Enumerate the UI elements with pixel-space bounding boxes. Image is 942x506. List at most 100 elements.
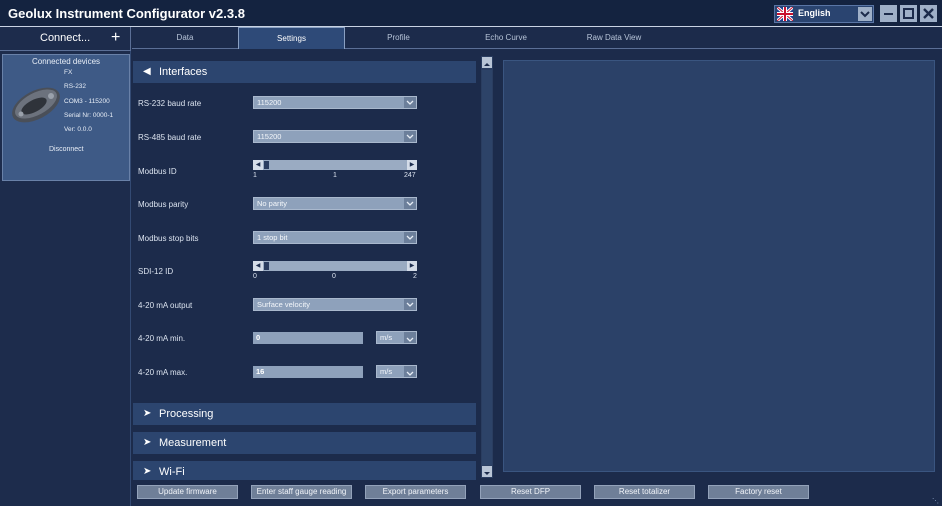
scroll-thumb[interactable] <box>482 70 492 465</box>
connect-button[interactable]: Connect... + <box>0 27 131 51</box>
modbus-parity-label: Modbus parity <box>138 200 189 209</box>
chevron-down-icon[interactable] <box>404 299 416 310</box>
tab-bar: Data Settings Profile Echo Curve Raw Dat… <box>132 27 942 49</box>
connected-devices-header: Connected devices <box>31 57 101 66</box>
modbus-stop-value: 1 stop bit <box>257 233 288 242</box>
device-image <box>12 87 60 123</box>
sdi12-min: 0 <box>253 273 257 280</box>
sdi12-max: 2 <box>413 273 417 280</box>
language-label: English <box>798 8 831 18</box>
modbus-id-value: 1 <box>333 172 337 179</box>
min-unit: m/s <box>380 333 393 342</box>
rs232-baud-select[interactable]: 115200 <box>253 96 417 109</box>
rs485-baud-value: 115200 <box>257 132 282 141</box>
maximize-icon[interactable] <box>900 5 917 22</box>
tab-echo-curve[interactable]: Echo Curve <box>452 27 560 49</box>
slider-right-arrow-icon[interactable]: ▶ <box>407 160 417 170</box>
plus-icon[interactable]: + <box>111 29 120 47</box>
export-parameters-button[interactable]: Export parameters <box>365 485 466 499</box>
scroll-up-icon[interactable] <box>482 57 492 68</box>
max-label: 4-20 mA max. <box>138 368 188 377</box>
rs232-label: RS-232 baud rate <box>138 99 202 108</box>
min-input[interactable]: 0 <box>253 332 363 344</box>
echo-display-area <box>503 60 935 472</box>
chevron-down-icon[interactable] <box>404 131 416 142</box>
chevron-down-icon[interactable] <box>404 97 416 108</box>
device-model: FX <box>64 69 73 76</box>
chevron-down-icon[interactable] <box>404 332 416 343</box>
rs485-baud-select[interactable]: 115200 <box>253 130 417 143</box>
min-label: 4-20 mA min. <box>138 334 186 343</box>
section-label: Wi-Fi <box>159 466 185 478</box>
device-version: Ver: 0.0.0 <box>64 126 92 133</box>
scroll-down-icon[interactable] <box>482 466 492 477</box>
reset-dfp-button[interactable]: Reset DFP <box>480 485 581 499</box>
chevron-left-icon: ◀ <box>143 66 151 77</box>
slider-left-arrow-icon[interactable]: ◀ <box>253 160 263 170</box>
device-card[interactable]: Connected devices FX RS-232 COM3 - 11520… <box>2 54 130 181</box>
tab-settings[interactable]: Settings <box>238 27 345 49</box>
chevron-down-icon[interactable] <box>404 198 416 209</box>
section-wifi[interactable]: ➤ Wi-Fi <box>133 461 476 480</box>
tab-raw-data-view[interactable]: Raw Data View <box>560 27 668 49</box>
chevron-down-icon[interactable] <box>858 7 872 21</box>
sdi12-id-slider[interactable]: ◀ ▶ <box>253 261 417 271</box>
sidebar: Connect... + Connected devices FX RS-232… <box>0 27 131 506</box>
settings-scrollbar[interactable] <box>481 56 493 478</box>
modbus-id-slider[interactable]: ◀ ▶ <box>253 160 417 170</box>
section-measurement[interactable]: ➤ Measurement <box>133 432 476 454</box>
output-value: Surface velocity <box>257 300 310 309</box>
settings-panel: ◀ Interfaces RS-232 baud rate 115200 RS-… <box>132 55 479 480</box>
chevron-down-icon[interactable] <box>404 232 416 243</box>
connect-label: Connect... <box>40 32 91 44</box>
section-label: Measurement <box>159 437 227 449</box>
device-serial: Serial Nr: 0000-1 <box>64 112 114 119</box>
chevron-right-icon: ➤ <box>143 437 152 448</box>
tab-data[interactable]: Data <box>132 27 238 49</box>
resize-grip-icon[interactable]: ⋱ <box>932 497 939 505</box>
device-interface: RS-232 <box>64 83 87 90</box>
modbus-stop-label: Modbus stop bits <box>138 234 199 243</box>
min-unit-select[interactable]: m/s <box>376 331 417 344</box>
slider-thumb[interactable] <box>264 262 269 270</box>
max-input[interactable]: 16 <box>253 366 363 378</box>
modbus-parity-value: No parity <box>257 199 288 208</box>
sdi12-value: 0 <box>332 273 336 280</box>
chevron-right-icon: ➤ <box>143 466 152 477</box>
section-processing[interactable]: ➤ Processing <box>133 403 476 425</box>
sdi12-label: SDI-12 ID <box>138 267 174 276</box>
language-select[interactable]: English <box>774 5 874 23</box>
close-icon[interactable] <box>920 5 937 22</box>
update-firmware-button[interactable]: Update firmware <box>137 485 238 499</box>
output-select[interactable]: Surface velocity <box>253 298 417 311</box>
chevron-right-icon: ➤ <box>143 408 152 419</box>
reset-totalizer-button[interactable]: Reset totalizer <box>594 485 695 499</box>
section-interfaces[interactable]: ◀ Interfaces <box>133 61 476 83</box>
section-label: Processing <box>159 408 214 420</box>
max-unit: m/s <box>380 367 393 376</box>
minimize-icon[interactable] <box>880 5 897 22</box>
tab-profile[interactable]: Profile <box>345 27 452 49</box>
output-label: 4-20 mA output <box>138 301 193 310</box>
title-bar: Geolux Instrument Configurator v2.3.8 En… <box>0 0 942 27</box>
staff-gauge-button[interactable]: Enter staff gauge reading <box>251 485 352 499</box>
app-window: Geolux Instrument Configurator v2.3.8 En… <box>0 0 942 506</box>
min-value: 0 <box>256 333 261 342</box>
disconnect-link[interactable]: Disconnect <box>49 146 84 153</box>
max-value: 16 <box>256 367 265 376</box>
factory-reset-button[interactable]: Factory reset <box>708 485 809 499</box>
modbus-id-label: Modbus ID <box>138 167 177 176</box>
modbus-parity-select[interactable]: No parity <box>253 197 417 210</box>
modbus-stop-select[interactable]: 1 stop bit <box>253 231 417 244</box>
section-label: Interfaces <box>159 66 208 78</box>
slider-left-arrow-icon[interactable]: ◀ <box>253 261 263 271</box>
modbus-id-min: 1 <box>253 172 257 179</box>
device-port: COM3 - 115200 <box>64 98 110 105</box>
chevron-down-icon[interactable] <box>404 366 416 377</box>
rs485-label: RS-485 baud rate <box>138 133 202 142</box>
window-title: Geolux Instrument Configurator v2.3.8 <box>8 6 245 21</box>
slider-right-arrow-icon[interactable]: ▶ <box>407 261 417 271</box>
max-unit-select[interactable]: m/s <box>376 365 417 378</box>
uk-flag-icon <box>777 7 793 21</box>
slider-thumb[interactable] <box>264 161 269 169</box>
